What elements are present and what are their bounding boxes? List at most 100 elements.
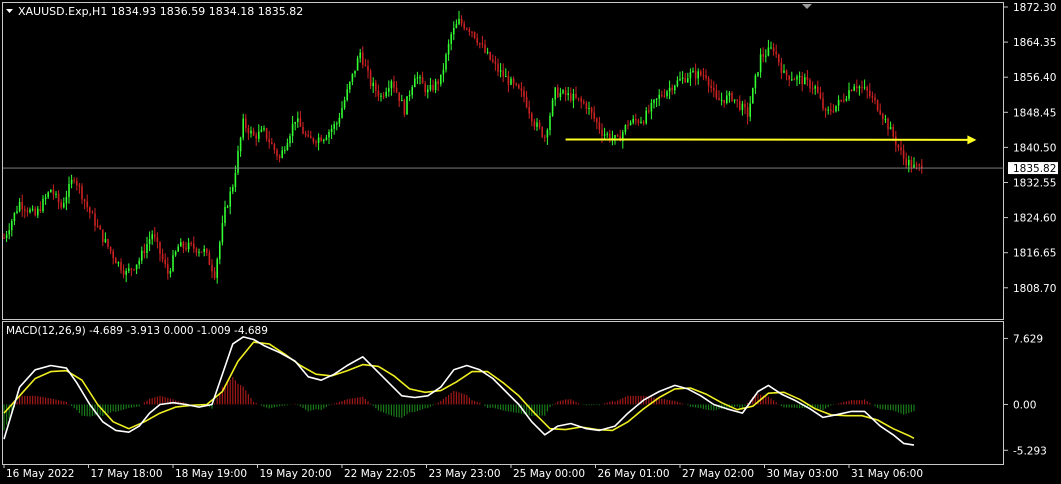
candle-body [726, 95, 728, 102]
candle-body [240, 138, 242, 151]
candle-body [151, 234, 153, 239]
candle-body [900, 148, 902, 151]
price-tick-label: 1840.50 [1013, 142, 1056, 154]
candle-body [255, 135, 257, 138]
candle-body [315, 142, 317, 143]
candle-body [495, 62, 497, 64]
candle-body [16, 211, 18, 213]
candle-body [378, 91, 380, 97]
candle-body [313, 138, 315, 142]
candle-body [185, 248, 187, 250]
candle-body [705, 75, 707, 78]
candle-body [6, 234, 8, 237]
candle-body [42, 199, 44, 211]
candle-body [617, 135, 619, 136]
candle-body [331, 129, 333, 132]
candle-body [86, 201, 88, 207]
candle-body [24, 209, 26, 211]
candle-body [261, 130, 263, 132]
candle-body [674, 86, 676, 91]
candle-body [149, 239, 151, 244]
candle-body [305, 134, 307, 135]
candle-body [567, 93, 569, 95]
candle-body [307, 135, 309, 136]
candle-body [872, 96, 874, 97]
candle-body [463, 24, 465, 29]
candle-body [645, 111, 647, 124]
candle-body [731, 93, 733, 101]
candle-body [916, 165, 918, 166]
candle-body [170, 271, 172, 274]
candle-body [47, 192, 49, 197]
candle-body [723, 100, 725, 103]
candle-body [669, 88, 671, 92]
candle-body [190, 243, 192, 244]
candle-body [328, 132, 330, 138]
candle-body [146, 244, 148, 253]
candle-body [157, 237, 159, 242]
candle-body [336, 123, 338, 124]
candle-body [684, 78, 686, 82]
candle-body [60, 203, 62, 208]
candle-body [409, 95, 411, 96]
candle-body [697, 71, 699, 78]
candle-body [703, 75, 705, 76]
candle-body [125, 271, 127, 275]
candle-body [749, 104, 751, 117]
candle-body [162, 254, 164, 260]
candle-body [830, 110, 832, 112]
candle-body [112, 251, 114, 258]
time-tick-label: 17 May 18:00 [91, 468, 163, 480]
candle-body [526, 97, 528, 107]
candle-body [744, 104, 746, 108]
candle-body [911, 160, 913, 168]
candle-body [482, 44, 484, 45]
candle-body [757, 72, 759, 75]
candle-body [380, 96, 382, 97]
candle-body [734, 99, 736, 100]
candle-body [523, 91, 525, 97]
candle-body [804, 77, 806, 84]
candle-body [643, 122, 645, 124]
candle-body [786, 71, 788, 76]
candle-body [79, 185, 81, 186]
candle-body [625, 125, 627, 132]
candle-body [245, 119, 247, 128]
time-tick-label: 16 May 2022 [6, 468, 74, 480]
candle-body [887, 119, 889, 129]
candle-body [120, 262, 122, 270]
candle-body [856, 86, 858, 88]
candle-body [339, 118, 341, 124]
candle-body [375, 83, 377, 91]
price-tick-label: 1848.45 [1013, 107, 1056, 119]
candle-body [401, 100, 403, 101]
candle-body [593, 112, 595, 118]
candle-body [913, 165, 915, 168]
candle-body [302, 127, 304, 134]
price-tick-label: 1832.55 [1013, 177, 1056, 189]
candle-body [50, 190, 52, 192]
candle-body [835, 106, 837, 112]
candle-body [502, 70, 504, 76]
candle-body [404, 100, 406, 114]
candle-body [55, 194, 57, 195]
candle-body [851, 90, 853, 91]
candle-body [898, 145, 900, 148]
candle-body [118, 262, 120, 263]
candle-body [279, 156, 281, 158]
trading-chart[interactable]: 1872.301864.351856.401848.451840.501832.… [0, 0, 1061, 480]
candle-body [391, 81, 393, 88]
candle-body [414, 79, 416, 88]
candle-body [760, 54, 762, 72]
candle-body [853, 86, 855, 90]
candle-body [144, 251, 146, 253]
candle-body [664, 96, 666, 97]
candle-body [453, 28, 455, 34]
symbol-header: XAUUSD.Exp,H1 1834.93 1836.59 1834.18 18… [18, 5, 303, 18]
candle-body [822, 98, 824, 108]
candle-body [892, 127, 894, 137]
candle-body [107, 239, 109, 247]
price-tick-label: 1816.65 [1013, 248, 1056, 260]
candle-body [248, 128, 250, 133]
price-tick-label: 1824.60 [1013, 213, 1056, 225]
